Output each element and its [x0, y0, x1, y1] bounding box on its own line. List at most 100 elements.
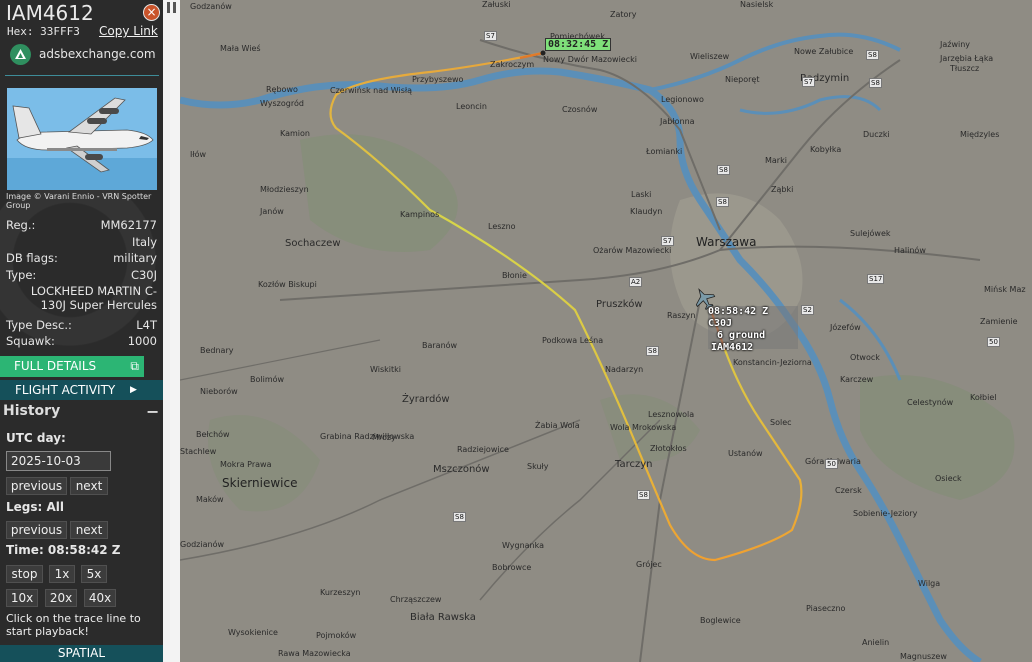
close-icon[interactable]: × [143, 4, 160, 21]
squawk-value: 1000 [127, 334, 157, 348]
adsbexchange-logo-icon[interactable] [10, 44, 31, 65]
type-full-value: LOCKHEED MARTIN C-130J Super Hercules [30, 284, 157, 312]
place-radziejowice: Radziejowice [457, 445, 509, 454]
place-jablonna: Jabłonna [660, 117, 695, 126]
speed-5x-button[interactable]: 5x [81, 565, 107, 583]
aircraft-label[interactable]: 08:58:42 Z C30J 6 ground IAM4612 [708, 306, 798, 353]
divider [5, 75, 159, 76]
ac-label-altitude: 6 ground [717, 330, 766, 341]
playback-hint: Click on the trace line to start playbac… [6, 612, 141, 638]
place-podkowa: Podkowa Leśna [542, 336, 604, 345]
place-celestynow: Celestynów [907, 398, 954, 407]
ac-label-type: C30J [708, 318, 733, 329]
map-view[interactable]: 08:32:45 Z 08:58:42 Z C30J 6 ground IAM4… [180, 0, 1032, 662]
road-shield: S8 [717, 165, 730, 175]
utc-day-label: UTC day: [6, 431, 66, 445]
place-jozefow: Józefów [830, 323, 861, 332]
place-mlodzieszyn: Młodzieszyn [260, 185, 309, 194]
place-boglewice: Boglewice [700, 616, 741, 625]
place-zakroczym: Zakroczym [490, 60, 535, 69]
place-halinow: Halinów [894, 246, 926, 255]
sidebar-resize-handle[interactable] [163, 0, 180, 662]
db-flags-value: military [113, 251, 157, 265]
place-belchow: Bełchów [196, 430, 230, 439]
road-shield: S7 [661, 236, 674, 246]
place-warszawa: Warszawa [696, 235, 757, 249]
place-sochaczew: Sochaczew [285, 238, 341, 249]
place-godzanow: Godzanów [190, 2, 232, 11]
place-grabina: Grabina Radziwiłłowska [320, 432, 415, 441]
place-wola-mrokowska: Wola Mrokowska [610, 423, 677, 432]
place-pojmokow: Pojmoków [316, 631, 357, 640]
copy-link[interactable]: Copy Link [99, 24, 158, 38]
source-link[interactable]: adsbexchange.com [39, 47, 156, 61]
place-kamion: Kamion [280, 129, 310, 138]
legs-label: Legs: All [6, 500, 65, 514]
place-pruszkow: Pruszków [596, 299, 643, 310]
country-value: Italy [132, 235, 157, 249]
speed-40x-button[interactable]: 40x [84, 589, 116, 607]
place-wysokienice: Wysokienice [228, 628, 278, 637]
place-minsk: Mińsk Maz [984, 285, 1026, 294]
type-desc-value: L4T [136, 318, 157, 332]
minimize-icon[interactable]: − [146, 402, 159, 421]
place-kolbiel: Kołbiel [970, 393, 997, 402]
place-wilga: Wilga [918, 579, 941, 588]
spatial-button[interactable]: SPATIAL [0, 645, 163, 662]
place-wieliszew: Wieliszew [690, 52, 730, 61]
leg-next-button[interactable]: next [70, 521, 108, 539]
aircraft-photo[interactable] [7, 88, 157, 190]
place-pomiechowek: Pomiechówek [550, 32, 605, 41]
speed-1x-button[interactable]: 1x [49, 565, 75, 583]
road-shield: S8 [716, 197, 729, 207]
place-ustanow: Ustanów [728, 449, 763, 458]
road-shield: S8 [646, 346, 659, 356]
place-nieporet: Nieporęt [725, 75, 760, 84]
place-kobylka: Kobyłka [810, 145, 842, 154]
place-wygnanka: Wygnanka [502, 541, 545, 550]
place-biala-rawska: Biała Rawska [410, 612, 476, 623]
place-magnuszew: Magnuszew [900, 652, 947, 661]
road-shield: 50 [825, 459, 838, 469]
place-rawa: Rawa Mazowiecka [278, 649, 351, 658]
place-osieck: Osieck [935, 474, 962, 483]
day-next-button[interactable]: next [70, 477, 108, 495]
place-jarzebia: Jarzębia Łąka [940, 54, 994, 63]
leg-previous-button[interactable]: previous [6, 521, 67, 539]
stop-button[interactable]: stop [6, 565, 43, 583]
road-shield: S8 [637, 490, 650, 500]
place-ozarow: Ożarów Mazowiecki [593, 246, 672, 255]
flight-activity-button[interactable]: FLIGHT ACTIVITY ▶ [0, 380, 163, 400]
place-laski: Laski [631, 190, 652, 199]
place-tluszcz: Tłuszcz [950, 64, 980, 73]
place-lomianki: Łomianki [646, 147, 683, 156]
place-wiskitki: Wiskitki [370, 365, 401, 374]
road-shield: S8 [869, 78, 882, 88]
place-karczew: Karczew [840, 375, 874, 384]
map-canvas[interactable] [180, 0, 1032, 662]
grip-icon [167, 2, 176, 13]
place-zaluski: Załuski [482, 0, 511, 9]
place-zatory: Zatory [610, 10, 637, 19]
photo-credit: Image © Varani Ennio - VRN Spotter Group [6, 192, 152, 210]
type-label: Type: [6, 268, 37, 282]
place-klaudyn: Klaudyn [630, 207, 663, 216]
hex-row: Hex: 33FFF3 [7, 25, 80, 38]
full-details-button[interactable]: FULL DETAILS ⧉ [0, 356, 144, 377]
day-previous-button[interactable]: previous [6, 477, 67, 495]
speed-20x-button[interactable]: 20x [45, 589, 77, 607]
place-miedzyles: Międzyles [960, 130, 1000, 139]
hex-value: 33FFF3 [40, 25, 80, 38]
place-kampinos: Kampinos [400, 210, 440, 219]
chevron-right-icon: ▶ [130, 385, 137, 395]
place-tarczyn: Tarczyn [615, 459, 653, 470]
date-input[interactable]: 2025-10-03 [6, 451, 111, 471]
place-mokra-prawa: Mokra Prawa [220, 460, 272, 469]
info-sidebar: IAM4612 × Hex: 33FFF3 Copy Link adsbexch… [0, 0, 163, 662]
place-nowy-dwor: Nowy Dwór Mazowiecki [543, 55, 637, 64]
place-sobienie: Sobienie-Jeziory [853, 509, 918, 518]
ac-label-callsign: IAM4612 [711, 342, 754, 353]
road-shield: S17 [867, 274, 885, 284]
speed-10x-button[interactable]: 10x [6, 589, 38, 607]
place-skuly: Skuły [527, 462, 549, 471]
